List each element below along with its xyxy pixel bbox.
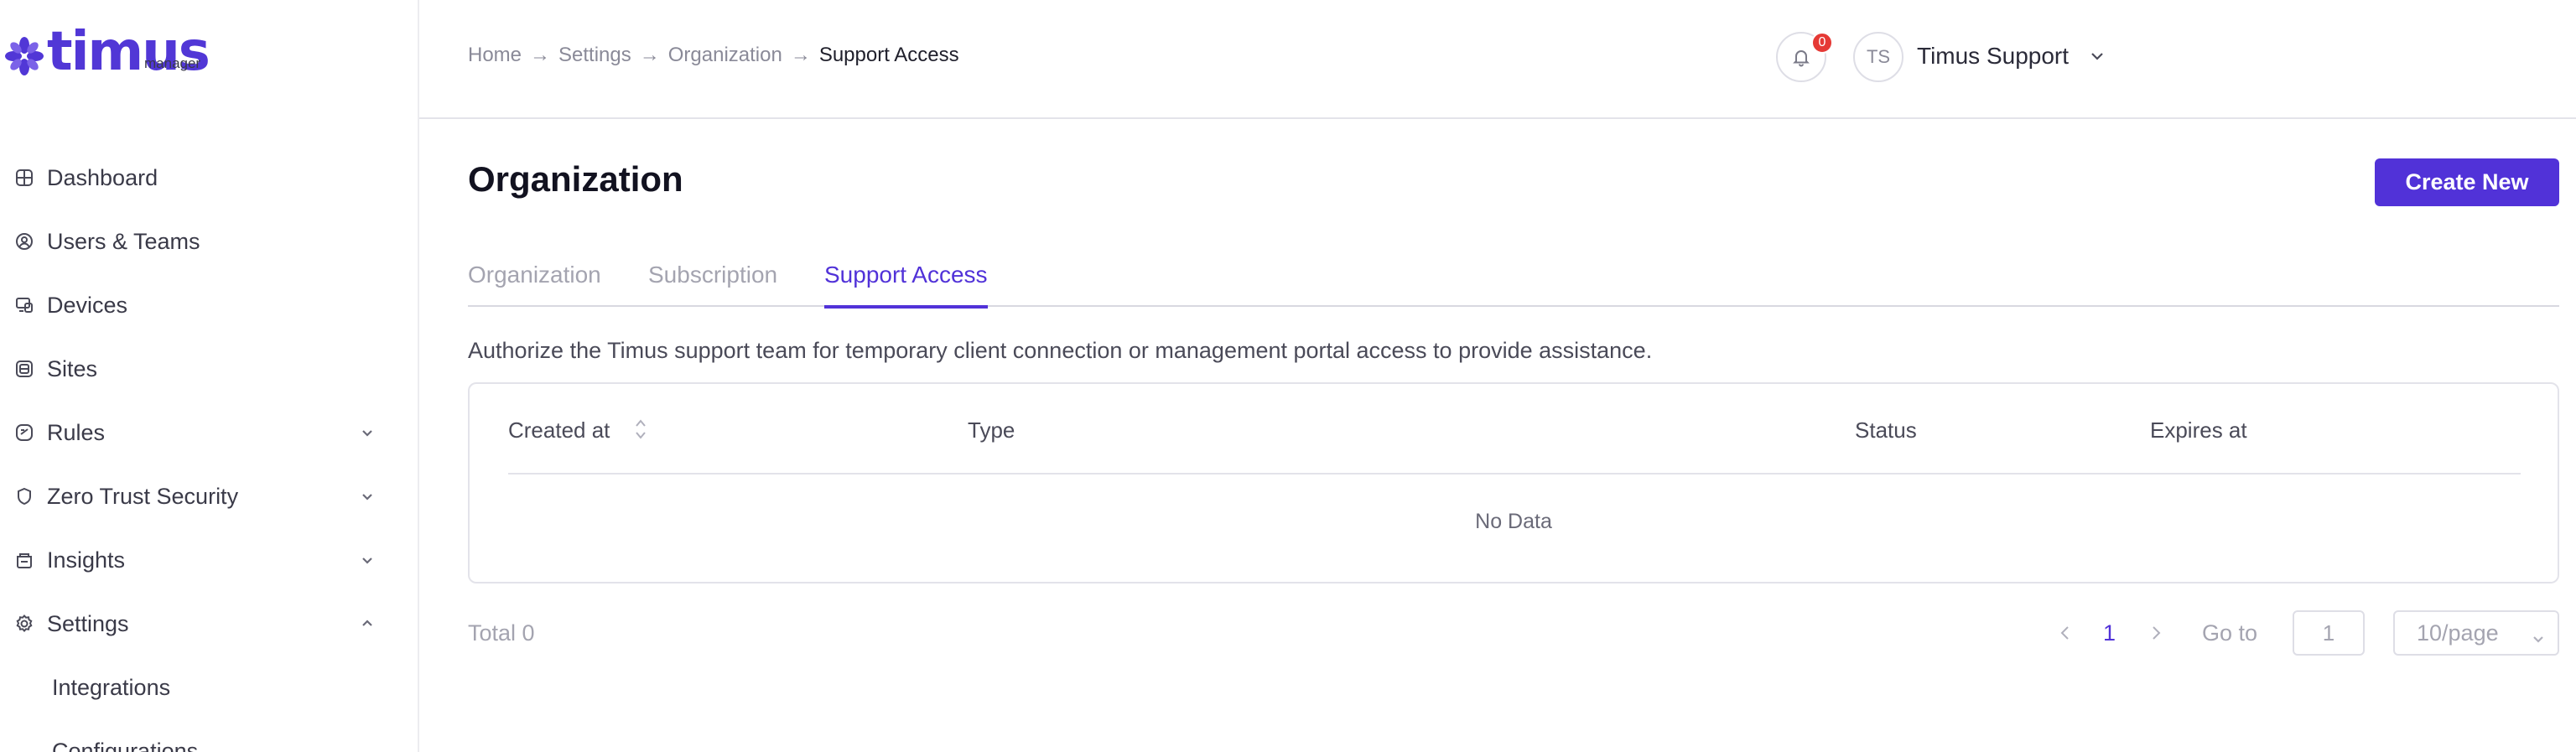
sidebar-item-users-teams[interactable]: Users & Teams (0, 210, 418, 273)
breadcrumb-home[interactable]: Home (468, 44, 522, 67)
chevron-down-icon[interactable] (359, 424, 376, 441)
goto-page-input[interactable] (2293, 610, 2365, 656)
tab-organization[interactable]: Organization (468, 262, 601, 307)
chevron-up-icon[interactable] (359, 615, 376, 632)
sites-icon (13, 358, 35, 380)
page-title: Organization (468, 159, 683, 199)
chevron-down-icon[interactable] (2088, 47, 2106, 65)
column-header-expires-at: Expires at (2150, 417, 2247, 443)
column-header-type: Type (968, 417, 1015, 443)
column-header-status: Status (1855, 417, 1917, 443)
breadcrumb-organization[interactable]: Organization (668, 44, 782, 67)
chevron-left-icon[interactable] (2056, 622, 2075, 644)
breadcrumb-current: Support Access (818, 44, 959, 66)
sidebar-item-label: Insights (47, 547, 126, 573)
rules-icon (13, 422, 35, 443)
sidebar-item-insights[interactable]: Insights (0, 528, 418, 592)
sidebar-item-sites[interactable]: Sites (0, 337, 418, 401)
sidebar-item-label: Devices (47, 292, 128, 318)
devices-icon (13, 294, 35, 316)
sidebar-item-dashboard[interactable]: Dashboard (0, 146, 418, 210)
sidebar-item-zero-trust-security[interactable]: Zero Trust Security (0, 464, 418, 528)
sidebar-item-label: Sites (47, 355, 98, 381)
chevron-down-icon[interactable] (359, 488, 376, 505)
empty-state-text: No Data (1475, 510, 1552, 533)
chevron-down-icon[interactable] (359, 552, 376, 568)
goto-label: Go to (2202, 620, 2258, 646)
sidebar-item-rules[interactable]: Rules (0, 401, 418, 464)
total-count: Total 0 (468, 620, 535, 646)
sidebar-item-label: Zero Trust Security (47, 483, 239, 509)
tab-subscription[interactable]: Subscription (648, 262, 777, 307)
sort-icon[interactable] (632, 416, 649, 443)
support-access-table: Created at Type Status Expires at No Dat… (468, 382, 2559, 583)
avatar[interactable]: TS (1853, 32, 1903, 82)
arrow-right-icon: → (639, 44, 660, 66)
sidebar-item-label: Settings (47, 610, 129, 636)
tab-support-access[interactable]: Support Access (824, 262, 988, 309)
page-number[interactable]: 1 (2103, 620, 2116, 646)
tabs: Organization Subscription Support Access (468, 262, 2559, 309)
chevron-right-icon[interactable] (2147, 622, 2165, 644)
sidebar-item-devices[interactable]: Devices (0, 273, 418, 337)
sidebar-item-label: Users & Teams (47, 228, 200, 254)
sidebar-subitem-configurations[interactable]: Configurations (0, 719, 418, 752)
breadcrumb: Home → Settings → Organization → Support… (468, 44, 959, 67)
sidebar-subitem-integrations[interactable]: Integrations (0, 656, 418, 719)
top-header: Home → Settings → Organization → Support… (419, 0, 2576, 119)
page-size-value: 10/page (2417, 620, 2499, 646)
gear-icon (13, 613, 35, 635)
insights-icon (13, 549, 35, 571)
timus-flower-icon (5, 37, 44, 75)
user-circle-icon (13, 231, 35, 252)
notification-count-badge: 0 (1811, 32, 1833, 54)
logo-subtitle: manager (144, 55, 201, 71)
dashboard-icon (13, 167, 35, 189)
arrow-right-icon: → (530, 44, 551, 66)
sidebar-item-label: Dashboard (47, 164, 158, 190)
bell-icon (1793, 50, 1810, 67)
table-header-divider (508, 473, 2521, 475)
sidebar-item-label: Rules (47, 419, 106, 445)
page-size-select[interactable]: 10/page (2393, 610, 2559, 656)
sidebar: timus manager Dashboard Users & Teams De… (0, 0, 419, 752)
sidebar-nav: Dashboard Users & Teams Devices Sites Ru… (0, 146, 418, 752)
shield-icon (13, 485, 35, 507)
support-access-description: Authorize the Timus support team for tem… (468, 338, 1653, 363)
column-header-created-at[interactable]: Created at (508, 417, 610, 443)
user-name[interactable]: Timus Support (1917, 43, 2069, 70)
sidebar-item-settings[interactable]: Settings (0, 592, 418, 656)
arrow-right-icon: → (790, 44, 811, 66)
breadcrumb-settings[interactable]: Settings (558, 44, 631, 67)
chevron-down-icon (2531, 626, 2546, 643)
create-new-button[interactable]: Create New (2375, 158, 2559, 206)
